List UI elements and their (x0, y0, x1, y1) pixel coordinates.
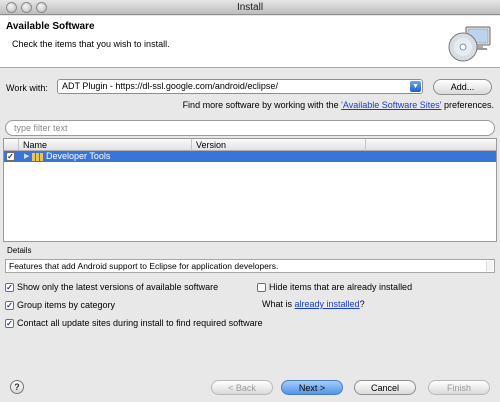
page-subtitle: Check the items that you wish to install… (12, 39, 170, 49)
close-window-icon[interactable] (6, 2, 17, 13)
work-with-combo[interactable]: ADT Plugin - https://dl-ssl.google.com/a… (57, 79, 423, 94)
cancel-button[interactable]: Cancel (354, 380, 416, 395)
contact-sites-option[interactable]: ✓ Contact all update sites during install… (5, 318, 263, 329)
column-header-name[interactable]: Name (19, 139, 192, 151)
minimize-window-icon[interactable] (21, 2, 32, 13)
column-header-version[interactable]: Version (192, 139, 366, 151)
details-text-area: Features that add Android support to Ecl… (5, 259, 495, 273)
add-site-button[interactable]: Add... (433, 79, 492, 95)
row-name: Developer Tools (46, 151, 111, 161)
details-label: Details (7, 246, 32, 255)
work-with-value: ADT Plugin - https://dl-ssl.google.com/a… (62, 81, 278, 91)
available-software-sites-link[interactable]: 'Available Software Sites' (341, 100, 441, 110)
show-latest-checkbox[interactable]: ✓ (5, 283, 14, 293)
group-by-category-checkbox[interactable]: ✓ (5, 301, 14, 311)
title-bar: Install (0, 0, 500, 15)
details-scrollbar[interactable] (486, 261, 493, 271)
table-header: Name Version (4, 139, 496, 151)
chevron-down-icon[interactable]: ▼ (410, 81, 421, 92)
back-button[interactable]: < Back (211, 380, 273, 395)
next-button[interactable]: Next > (281, 380, 343, 395)
find-more-text: Find more software by working with the '… (182, 100, 494, 110)
finish-button[interactable]: Finish (428, 380, 490, 395)
work-with-label: Work with: (6, 83, 48, 93)
feature-group-icon (32, 153, 43, 161)
window-title: Install (236, 2, 264, 13)
software-table: Name Version ✓ ▶ Developer Tools (3, 138, 497, 242)
checkbox-column-header (4, 139, 19, 151)
table-row[interactable]: ✓ ▶ Developer Tools (4, 151, 496, 162)
hide-installed-checkbox[interactable] (257, 283, 266, 293)
contact-sites-checkbox[interactable]: ✓ (5, 319, 14, 329)
row-checkbox[interactable]: ✓ (6, 152, 15, 161)
page-title: Available Software (6, 21, 95, 32)
expand-triangle-icon[interactable]: ▶ (24, 151, 29, 162)
show-latest-option[interactable]: ✓ Show only the latest versions of availa… (5, 282, 218, 293)
filter-input[interactable]: type filter text (5, 120, 495, 136)
details-text: Features that add Android support to Ecl… (9, 261, 279, 271)
header-banner: Available Software Check the items that … (0, 16, 500, 68)
already-installed-link[interactable]: already installed (295, 299, 360, 309)
zoom-window-icon[interactable] (36, 2, 47, 13)
install-cd-icon (448, 26, 491, 62)
group-by-category-option[interactable]: ✓ Group items by category (5, 300, 115, 311)
help-button[interactable]: ? (10, 380, 24, 394)
hide-installed-option[interactable]: Hide items that are already installed (257, 282, 412, 293)
what-is-installed-text: What is already installed? (262, 299, 365, 309)
